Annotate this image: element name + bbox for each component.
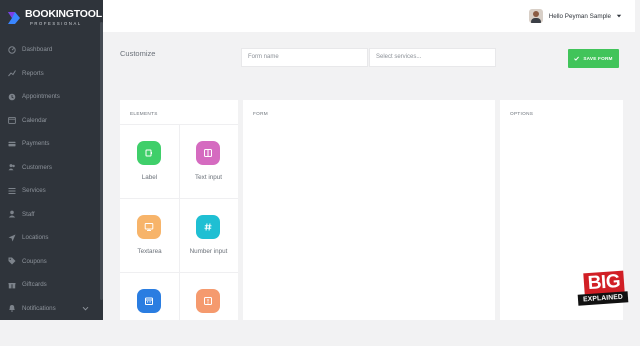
options-panel-title: OPTIONS	[510, 111, 534, 116]
sidebar-item-reports[interactable]: Reports	[0, 62, 103, 86]
form-panel[interactable]: FORM	[243, 100, 495, 320]
form-name-input[interactable]: Form name	[241, 48, 368, 67]
location-icon	[8, 234, 16, 242]
element-text-input-text: Text input	[195, 174, 222, 181]
element-label-text: Label	[141, 174, 158, 181]
clock-icon	[8, 93, 16, 101]
dashboard-icon	[8, 46, 16, 54]
avatar	[528, 9, 543, 23]
element-text-input[interactable]: Text input	[179, 124, 238, 198]
badge-sub-text: EXPLAINED	[577, 291, 629, 306]
save-form-button[interactable]: SAVE FORM	[568, 49, 619, 68]
list-icon	[8, 187, 16, 195]
date-icon	[137, 289, 161, 313]
brand-logo[interactable]: BOOKINGTOOL PROFESSIONAL	[6, 8, 102, 30]
gift-icon	[8, 281, 16, 289]
users-icon	[8, 163, 16, 171]
sidebar-item-staff[interactable]: Staff	[0, 203, 103, 227]
services-select[interactable]: Select services...	[369, 48, 496, 67]
sidebar-item-giftcards[interactable]: Giftcards	[0, 273, 103, 297]
sidebar-item-notifications[interactable]: Notifications	[0, 297, 103, 321]
sidebar-item-label: Customers	[22, 163, 52, 171]
chevron-down-icon	[82, 306, 89, 311]
element-textarea-text: Textarea	[137, 248, 162, 255]
element-textarea[interactable]: Textarea	[120, 198, 179, 272]
label-icon	[137, 141, 161, 165]
sidebar-item-label: Reports	[22, 69, 44, 77]
sidebar-item-customers[interactable]: Customers	[0, 156, 103, 180]
element-number-input-text: Number input	[189, 248, 228, 255]
sidebar-item-label: Notifications	[22, 304, 56, 312]
sidebar-item-label: Coupons	[22, 257, 47, 265]
logo-mark-icon	[8, 12, 20, 24]
bell-icon	[8, 304, 16, 313]
element-date[interactable]	[120, 272, 179, 346]
element-time[interactable]	[179, 272, 238, 346]
card-icon	[8, 140, 16, 148]
sidebar-item-label: Staff	[22, 210, 35, 218]
sidebar-item-locations[interactable]: Locations	[0, 226, 103, 250]
caret-down-icon	[616, 14, 622, 18]
hash-icon	[196, 215, 220, 239]
brand-name: BOOKINGTOOL	[25, 8, 102, 20]
elements-panel: ELEMENTS Label Text input Textarea Numbe…	[120, 100, 238, 320]
sidebar-item-dashboard[interactable]: Dashboard	[0, 38, 103, 62]
sidebar-item-label: Payments	[22, 140, 50, 148]
tag-icon	[8, 257, 16, 265]
brand-subtitle: PROFESSIONAL	[30, 21, 82, 26]
sidebar-scrollbar[interactable]	[100, 22, 103, 300]
element-label[interactable]: Label	[120, 124, 179, 198]
text-input-icon	[196, 141, 220, 165]
sidebar-item-label: Giftcards	[22, 281, 47, 289]
sidebar-item-label: Locations	[22, 234, 49, 242]
user-greeting: Hello Peyman Sample	[548, 12, 611, 20]
element-number-input[interactable]: Number input	[179, 198, 238, 272]
sidebar-item-coupons[interactable]: Coupons	[0, 250, 103, 274]
sidebar-item-calendar[interactable]: Calendar	[0, 109, 103, 133]
sidebar-item-label: Services	[22, 187, 46, 195]
calendar-icon	[8, 116, 16, 125]
sidebar-item-label: Appointments	[22, 93, 60, 101]
top-bar: Hello Peyman Sample	[103, 0, 640, 32]
sidebar-item-payments[interactable]: Payments	[0, 132, 103, 156]
time-icon	[196, 289, 220, 313]
chart-icon	[8, 69, 16, 77]
user-icon	[8, 210, 16, 218]
page-title: Customize	[120, 49, 156, 58]
sidebar-item-services[interactable]: Services	[0, 179, 103, 203]
watermark-badge: BIG EXPLAINED	[577, 270, 629, 312]
save-form-label: SAVE FORM	[583, 56, 613, 61]
sidebar-item-appointments[interactable]: Appointments	[0, 85, 103, 109]
sidebar-item-label: Calendar	[22, 116, 48, 124]
elements-panel-title: ELEMENTS	[130, 111, 158, 116]
sidebar-nav: Dashboard Reports Appointments Calendar …	[0, 38, 103, 320]
page-scrollbar[interactable]	[635, 0, 640, 320]
textarea-icon	[137, 215, 161, 239]
sidebar-item-label: Dashboard	[22, 46, 53, 54]
check-icon	[574, 56, 580, 61]
user-menu[interactable]: Hello Peyman Sample	[528, 8, 622, 24]
sidebar: BOOKINGTOOL PROFESSIONAL Dashboard Repor…	[0, 0, 103, 320]
form-panel-title: FORM	[253, 111, 268, 116]
